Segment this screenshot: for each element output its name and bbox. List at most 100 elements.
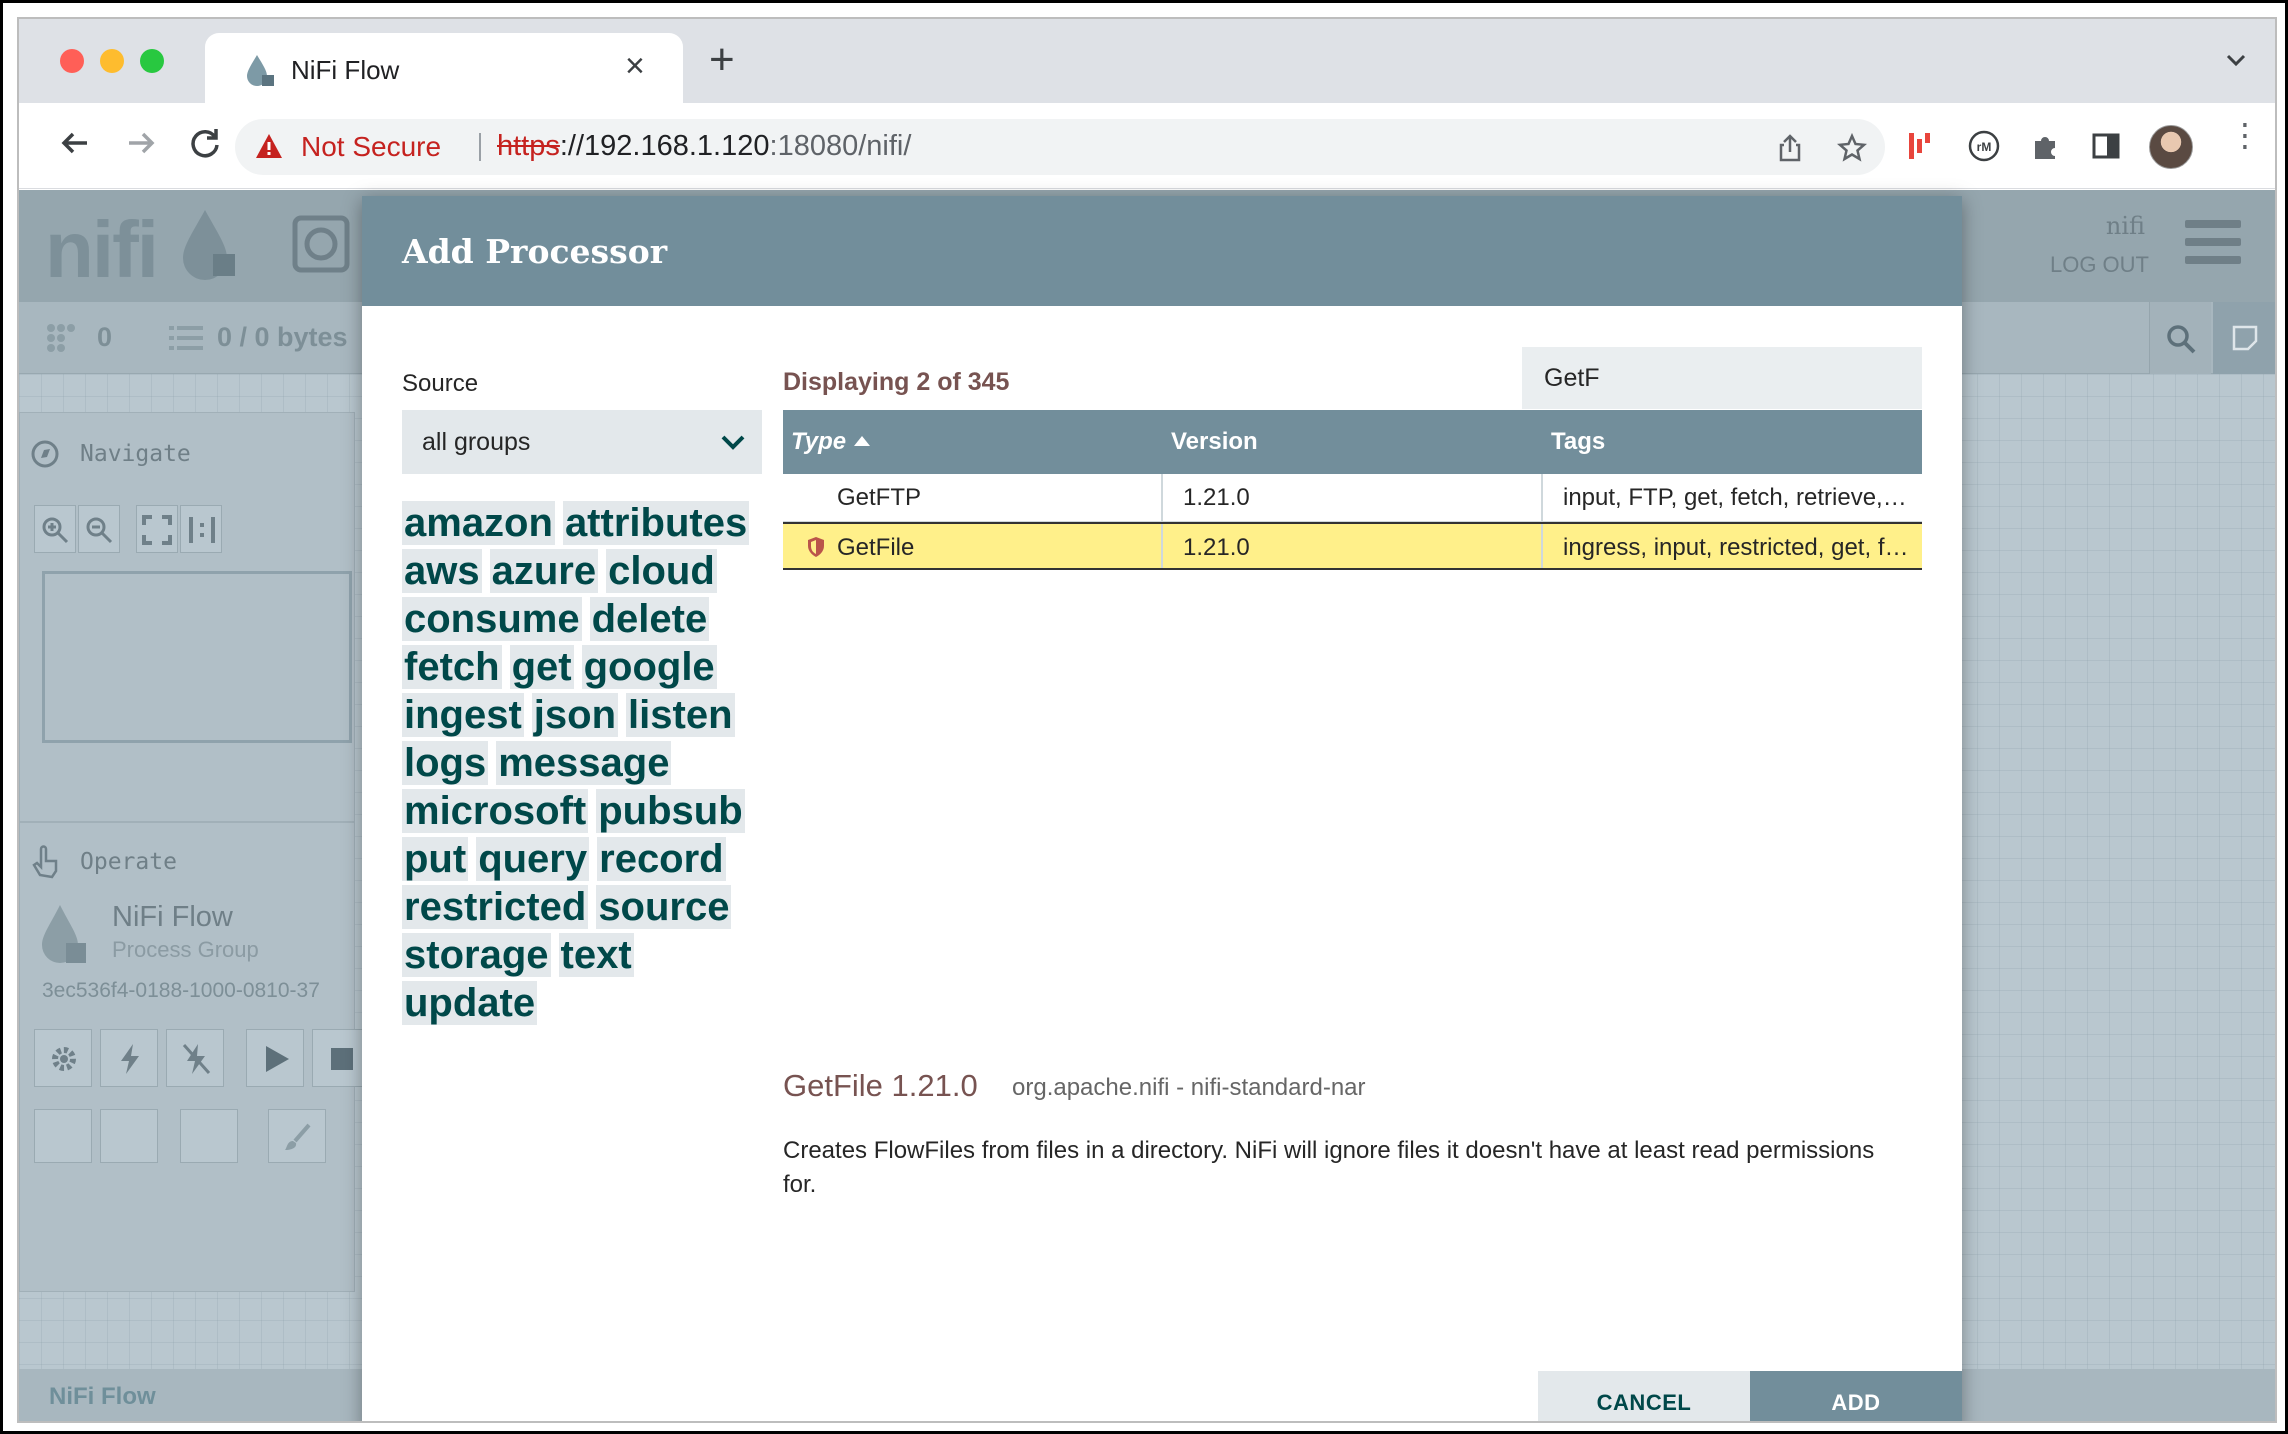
side-panel-icon[interactable]: [2089, 129, 2123, 163]
puzzle-icon[interactable]: [2029, 129, 2063, 163]
share-icon[interactable]: [1775, 133, 1805, 163]
operate-palette: Operate NiFi Flow Process Group 3ec536f4…: [19, 822, 370, 1292]
selected-processor-description: Creates FlowFiles from files in a direct…: [783, 1137, 1875, 1198]
chevron-down-icon: [721, 435, 745, 450]
add-button[interactable]: ADD: [1750, 1371, 1962, 1421]
browser-window: NiFi Flow × + Not Secure https://192.168…: [17, 17, 2277, 1423]
tag-listen[interactable]: listen: [626, 693, 735, 737]
tag-query[interactable]: query: [476, 837, 590, 881]
source-group-select[interactable]: all groups: [402, 410, 762, 474]
tag-source[interactable]: source: [596, 885, 732, 929]
column-header-type-label: Type: [791, 428, 847, 455]
tag-update[interactable]: update: [402, 981, 538, 1025]
cell-tags: ingress, input, restricted, get, fil...: [1563, 534, 1916, 561]
forward-icon[interactable]: [121, 123, 161, 163]
url-text[interactable]: https://192.168.1.120:18080/nifi/: [497, 130, 911, 163]
tag-amazon[interactable]: amazon: [402, 501, 555, 545]
zoom-out-button[interactable]: [78, 505, 120, 553]
paste-button[interactable]: [100, 1109, 158, 1163]
browser-menu-icon[interactable]: ⋮: [2229, 119, 2261, 151]
column-header-type[interactable]: Type: [783, 410, 1163, 474]
nifi-logo: nifi: [45, 205, 159, 294]
fit-screen-button[interactable]: [136, 505, 178, 553]
tag-logs[interactable]: logs: [402, 741, 489, 785]
bookmark-star-icon[interactable]: [1837, 133, 1867, 163]
address-bar[interactable]: Not Secure https://192.168.1.120:18080/n…: [235, 119, 1885, 175]
close-window-button[interactable]: [60, 49, 84, 73]
color-button[interactable]: [268, 1109, 326, 1163]
processor-type-table: Type Version Tags GetFTP 1.21.0 input, F…: [783, 410, 1922, 570]
tag-fetch[interactable]: fetch: [402, 645, 502, 689]
zoom-in-button[interactable]: [34, 505, 76, 553]
table-row-selected[interactable]: GetFile 1.21.0 ingress, input, restricte…: [783, 522, 1922, 570]
maximize-window-button[interactable]: [140, 49, 164, 73]
column-header-version-label: Version: [1171, 428, 1258, 455]
processor-component-icon: [292, 215, 350, 273]
processor-filter-input[interactable]: [1522, 347, 1922, 409]
cell-type: GetFile: [783, 524, 1163, 568]
minimize-window-button[interactable]: [100, 49, 124, 73]
tag-delete[interactable]: delete: [589, 597, 710, 641]
back-icon[interactable]: [55, 123, 95, 163]
start-button[interactable]: [246, 1029, 304, 1087]
tag-record[interactable]: record: [597, 837, 726, 881]
cell-tags: input, FTP, get, fetch, retrieve, fil...: [1563, 484, 1922, 511]
security-label[interactable]: Not Secure: [301, 131, 441, 163]
breadcrumb-root[interactable]: NiFi Flow: [49, 1383, 156, 1411]
column-header-version[interactable]: Version: [1163, 410, 1543, 474]
tag-cloud[interactable]: cloud: [606, 549, 717, 593]
tag-consume[interactable]: consume: [402, 597, 582, 641]
actual-size-icon: [189, 517, 215, 543]
group-button[interactable]: [180, 1109, 238, 1163]
tag-pubsub[interactable]: pubsub: [596, 789, 745, 833]
source-label: Source: [402, 370, 479, 397]
compass-icon: [31, 440, 59, 468]
logout-link[interactable]: LOG OUT: [2050, 252, 2149, 278]
current-user: nifi: [2105, 212, 2145, 240]
canvas-search-button[interactable]: [2149, 302, 2211, 374]
disable-button[interactable]: [166, 1029, 224, 1087]
enable-button[interactable]: [100, 1029, 158, 1087]
tag-google[interactable]: google: [581, 645, 717, 689]
copy-button[interactable]: [34, 1109, 92, 1163]
reload-icon[interactable]: [185, 123, 225, 163]
extension-red-icon[interactable]: [1903, 129, 1937, 163]
tag-text[interactable]: text: [558, 933, 634, 977]
pointer-hand-icon: [32, 845, 58, 879]
lightning-off-icon: [182, 1044, 211, 1074]
tag-cloud: amazon attributes aws azure cloud consume dele…: [402, 501, 774, 1025]
bulletin-board-button[interactable]: [2213, 302, 2275, 374]
tag-storage[interactable]: storage: [402, 933, 551, 977]
tab-strip: NiFi Flow × +: [19, 19, 2275, 103]
profile-avatar[interactable]: [2149, 125, 2193, 169]
column-header-tags-label: Tags: [1551, 428, 1606, 455]
process-group-drop-icon: [42, 905, 86, 963]
tag-aws[interactable]: aws: [402, 549, 482, 593]
tag-azure[interactable]: azure: [489, 549, 599, 593]
birdseye-map[interactable]: [42, 571, 352, 743]
new-tab-button[interactable]: +: [709, 35, 735, 85]
tag-microsoft[interactable]: microsoft: [402, 789, 589, 833]
tag-json[interactable]: json: [531, 693, 619, 737]
result-count: Displaying 2 of 345: [783, 368, 1010, 396]
tag-message[interactable]: message: [496, 741, 672, 785]
stop-icon: [331, 1048, 353, 1070]
tag-attributes[interactable]: attributes: [562, 501, 750, 545]
cancel-button[interactable]: CANCEL: [1538, 1371, 1750, 1421]
actual-size-button[interactable]: [180, 505, 222, 553]
nifi-drop-logo-icon: [183, 210, 235, 280]
global-menu-icon[interactable]: [2185, 220, 2241, 268]
tag-ingest[interactable]: ingest: [402, 693, 524, 737]
tag-put[interactable]: put: [402, 837, 469, 881]
column-header-tags[interactable]: Tags: [1543, 410, 1922, 474]
browser-toolbar: Not Secure https://192.168.1.120:18080/n…: [19, 103, 2275, 189]
table-row[interactable]: GetFTP 1.21.0 input, FTP, get, fetch, re…: [783, 474, 1922, 522]
close-tab-icon[interactable]: ×: [625, 47, 645, 86]
browser-tab[interactable]: NiFi Flow ×: [205, 33, 683, 103]
extension-rm-icon[interactable]: rM: [1967, 129, 2001, 163]
tag-get[interactable]: get: [509, 645, 574, 689]
chevron-down-icon[interactable]: [2225, 49, 2247, 71]
cell-version: 1.21.0: [1163, 474, 1543, 521]
configure-button[interactable]: [34, 1029, 92, 1087]
tag-restricted[interactable]: restricted: [402, 885, 589, 929]
